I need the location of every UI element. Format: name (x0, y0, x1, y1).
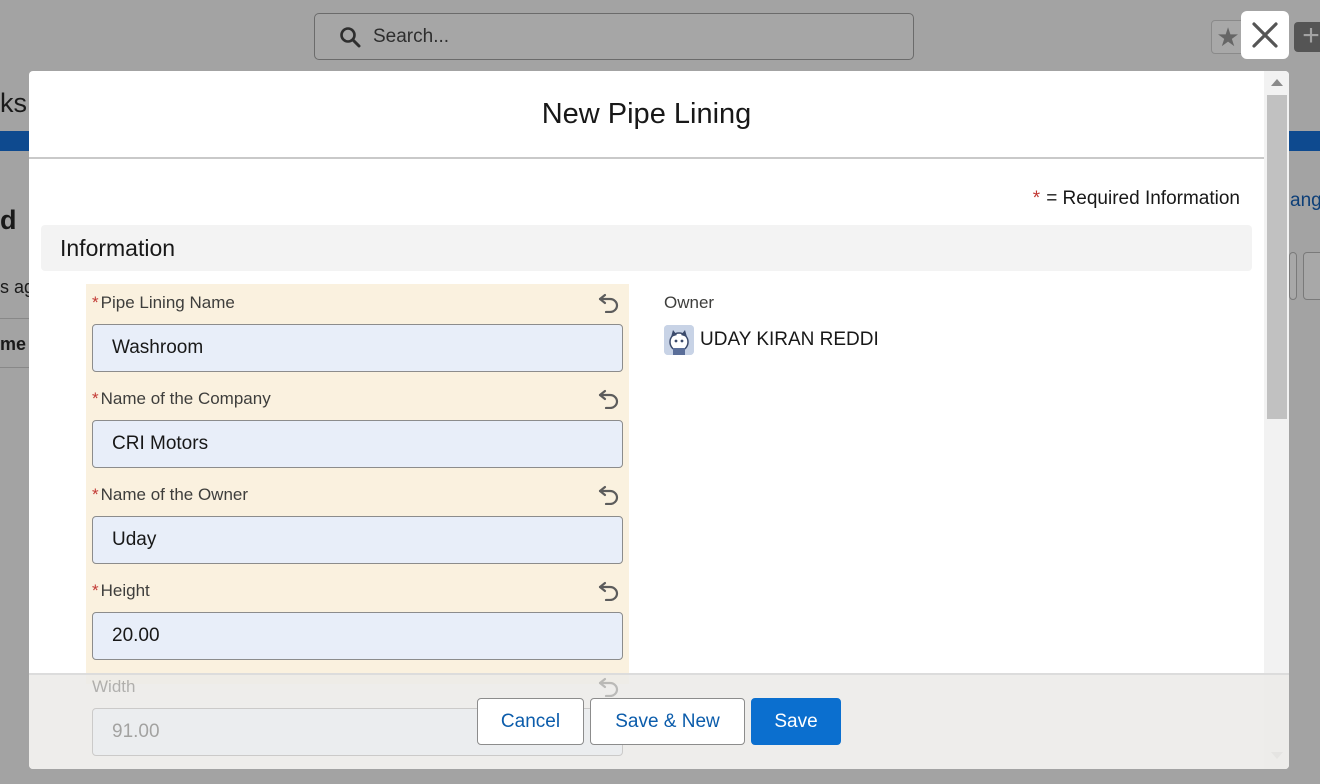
modal-scrollbar[interactable] (1264, 71, 1289, 769)
bg-nav-stripe-right (1289, 131, 1320, 151)
favorite-star-icon: ★ (1211, 20, 1245, 54)
save-and-new-button[interactable]: Save & New (590, 698, 745, 745)
bg-column-fragment: me (0, 334, 27, 354)
section-information[interactable]: Information (41, 225, 1252, 271)
close-modal-button[interactable] (1241, 11, 1289, 59)
cancel-button[interactable]: Cancel (477, 698, 584, 745)
scroll-up-arrow-icon[interactable] (1271, 79, 1283, 86)
bg-button (1303, 252, 1320, 300)
field-label: * Height (92, 579, 623, 603)
new-record-modal: New Pipe Lining * = Required Information … (29, 71, 1289, 769)
pipe-lining-name-input[interactable] (92, 324, 623, 372)
global-search-placeholder: Search... (373, 25, 450, 47)
bg-button (1289, 252, 1297, 300)
undo-icon[interactable] (597, 387, 621, 414)
owner-name: UDAY KIRAN REDDI (700, 329, 879, 350)
bg-link-fragment: ang (1290, 190, 1320, 211)
field-label-text: Width (92, 677, 136, 696)
bg-divider (0, 367, 30, 368)
bg-app-name-fragment: ks (0, 88, 27, 118)
global-search-input: Search... (314, 13, 914, 60)
required-asterisk: * (92, 293, 99, 312)
required-asterisk: * (92, 581, 99, 600)
required-legend-text: = Required Information (1046, 188, 1240, 209)
field-label: * Name of the Owner (92, 483, 623, 507)
company-name-input[interactable] (92, 420, 623, 468)
field-height: * Height (92, 579, 623, 660)
bg-title-fragment: d (0, 205, 17, 235)
field-label-text: Name of the Company (100, 389, 271, 408)
required-star-icon: * (1032, 188, 1041, 209)
modal-title: New Pipe Lining (541, 97, 752, 130)
close-icon (1252, 22, 1278, 48)
scrollbar-thumb[interactable] (1267, 95, 1287, 419)
required-asterisk: * (92, 485, 99, 504)
field-label-text: Name of the Owner (100, 485, 249, 504)
field-pipe-lining-name: * Pipe Lining Name (92, 291, 623, 372)
owner-value[interactable]: UDAY KIRAN REDDI (664, 325, 879, 355)
search-icon (340, 26, 361, 47)
section-title: Information (60, 235, 176, 261)
bg-divider (0, 318, 30, 319)
required-legend: * = Required Information (1033, 188, 1240, 210)
astro-avatar-icon (664, 325, 694, 355)
field-label-text: Height (100, 581, 150, 600)
global-add-icon: + (1294, 21, 1320, 52)
undo-icon[interactable] (597, 291, 621, 318)
owner-name-input[interactable] (92, 516, 623, 564)
owner-label: Owner (664, 293, 715, 312)
undo-icon[interactable] (597, 483, 621, 510)
field-label: Width (92, 675, 623, 699)
height-input[interactable] (92, 612, 623, 660)
field-company-name: * Name of the Company (92, 387, 623, 468)
modal-header: New Pipe Lining (29, 71, 1264, 159)
field-label: * Pipe Lining Name (92, 291, 623, 315)
bg-nav-stripe (0, 131, 30, 151)
field-label: * Name of the Company (92, 387, 623, 411)
field-owner-name: * Name of the Owner (92, 483, 623, 564)
required-asterisk: * (92, 389, 99, 408)
undo-icon[interactable] (597, 579, 621, 606)
field-label-text: Pipe Lining Name (100, 293, 235, 312)
save-button[interactable]: Save (751, 698, 841, 745)
